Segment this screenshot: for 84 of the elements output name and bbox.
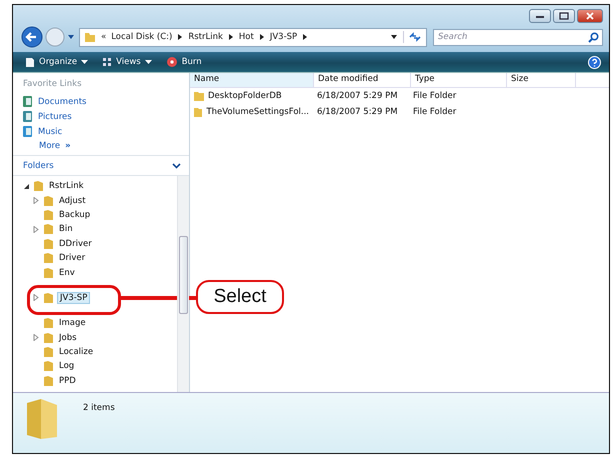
folder-icon bbox=[43, 360, 54, 372]
folder-icon bbox=[43, 194, 54, 207]
favorite-link[interactable]: Pictures bbox=[23, 111, 183, 122]
help-icon[interactable] bbox=[588, 56, 601, 68]
search-icon bbox=[588, 32, 599, 42]
breadcrumb[interactable]: JV3-SP bbox=[270, 32, 298, 42]
arrow-icon[interactable] bbox=[258, 33, 265, 41]
tree-item[interactable]: Jobs bbox=[57, 332, 79, 343]
close-button[interactable] bbox=[577, 9, 603, 23]
folder-icon bbox=[33, 180, 44, 192]
tree-item[interactable]: Image bbox=[57, 318, 88, 328]
callout-label: Select bbox=[196, 280, 284, 314]
tree-item[interactable]: Localize bbox=[57, 347, 96, 358]
file-name[interactable]: DesktopFolderDB bbox=[208, 91, 282, 102]
page-icon bbox=[25, 56, 35, 68]
arrow-icon[interactable] bbox=[177, 33, 184, 41]
more-link[interactable]: More » bbox=[23, 141, 183, 151]
column-header[interactable]: Size bbox=[507, 73, 576, 87]
tree-item[interactable]: DDriver bbox=[57, 238, 94, 249]
tree-item[interactable]: Driver bbox=[57, 253, 88, 264]
folder-icon bbox=[43, 266, 54, 279]
table-cell-text: File Folder bbox=[412, 106, 458, 117]
minimize-icon bbox=[535, 13, 545, 19]
grid-icon bbox=[102, 57, 112, 67]
table-cell-text: File Folder bbox=[412, 91, 458, 102]
library-icon bbox=[23, 111, 33, 122]
refresh-icon[interactable] bbox=[403, 31, 422, 43]
section-title: Folders bbox=[23, 161, 54, 171]
folder-icon bbox=[43, 238, 54, 250]
search-field[interactable]: Search bbox=[433, 28, 603, 46]
close-icon bbox=[585, 12, 595, 20]
folder-icon bbox=[43, 346, 54, 358]
expand-arrow-icon[interactable] bbox=[23, 182, 30, 190]
scrollbar[interactable] bbox=[177, 176, 189, 392]
library-icon bbox=[23, 126, 33, 137]
folder-icon bbox=[43, 317, 54, 330]
tree-item[interactable]: Log bbox=[57, 361, 76, 372]
address-bar[interactable]: « Local Disk (C:) RstrLink Hot JV3-SP bbox=[79, 28, 427, 46]
column-header[interactable]: Name bbox=[190, 73, 314, 87]
folder-icon bbox=[194, 91, 204, 102]
caret-icon bbox=[144, 60, 152, 64]
column-header[interactable]: Date modified bbox=[314, 73, 411, 87]
favorite-link[interactable]: Documents bbox=[23, 96, 183, 107]
tree-item[interactable]: Adjust bbox=[57, 196, 88, 206]
file-name[interactable]: TheVolumeSettingsFol... bbox=[206, 106, 309, 117]
table-cell-text: 6/18/2007 5:29 PM bbox=[316, 91, 399, 102]
folder-icon bbox=[43, 332, 54, 344]
folder-icon bbox=[194, 106, 202, 117]
column-header[interactable]: Type bbox=[411, 73, 507, 87]
tree-item[interactable]: Env bbox=[57, 268, 77, 278]
toolbar-button[interactable]: Views bbox=[98, 57, 156, 67]
toolbar-button[interactable]: Organize bbox=[21, 56, 92, 68]
favorite-link[interactable]: Music bbox=[23, 126, 183, 137]
maximize-icon bbox=[559, 12, 569, 20]
tree-item[interactable]: Backup bbox=[57, 210, 92, 220]
folder-icon bbox=[43, 292, 54, 304]
breadcrumb[interactable]: Local Disk (C:) bbox=[111, 32, 172, 42]
disc-icon bbox=[166, 56, 178, 68]
back-button[interactable] bbox=[21, 26, 43, 48]
table-cell-text: 6/18/2007 5:29 PM bbox=[316, 106, 399, 117]
folder-icon bbox=[84, 31, 96, 43]
library-icon bbox=[23, 96, 33, 107]
item-count: 2 items bbox=[83, 403, 115, 413]
scrollbar-thumb[interactable] bbox=[179, 236, 188, 314]
folder-icon bbox=[43, 252, 54, 264]
tree-item[interactable]: JV3-SP bbox=[57, 292, 90, 304]
arrow-icon[interactable] bbox=[228, 33, 234, 41]
folder-icon bbox=[43, 374, 54, 387]
dropdown-icon[interactable] bbox=[390, 34, 398, 40]
chevron-icon[interactable] bbox=[172, 163, 181, 169]
overflow-chevron[interactable]: « bbox=[101, 32, 106, 42]
minimize-button[interactable] bbox=[529, 9, 551, 23]
tree-item[interactable]: Bin bbox=[57, 224, 75, 234]
breadcrumb[interactable]: Hot bbox=[238, 32, 254, 42]
section-title: Favorite Links bbox=[23, 79, 83, 89]
breadcrumb[interactable]: RstrLink bbox=[188, 32, 223, 42]
toolbar-button[interactable]: Burn bbox=[162, 56, 206, 68]
caret-icon bbox=[81, 60, 88, 64]
tree-item[interactable]: PPD bbox=[57, 376, 78, 386]
tree-item[interactable]: RstrLink bbox=[47, 181, 86, 192]
arrow-icon[interactable] bbox=[302, 33, 308, 41]
folder-icon bbox=[43, 208, 54, 221]
folder-icon bbox=[43, 223, 54, 236]
maximize-button[interactable] bbox=[553, 9, 575, 23]
